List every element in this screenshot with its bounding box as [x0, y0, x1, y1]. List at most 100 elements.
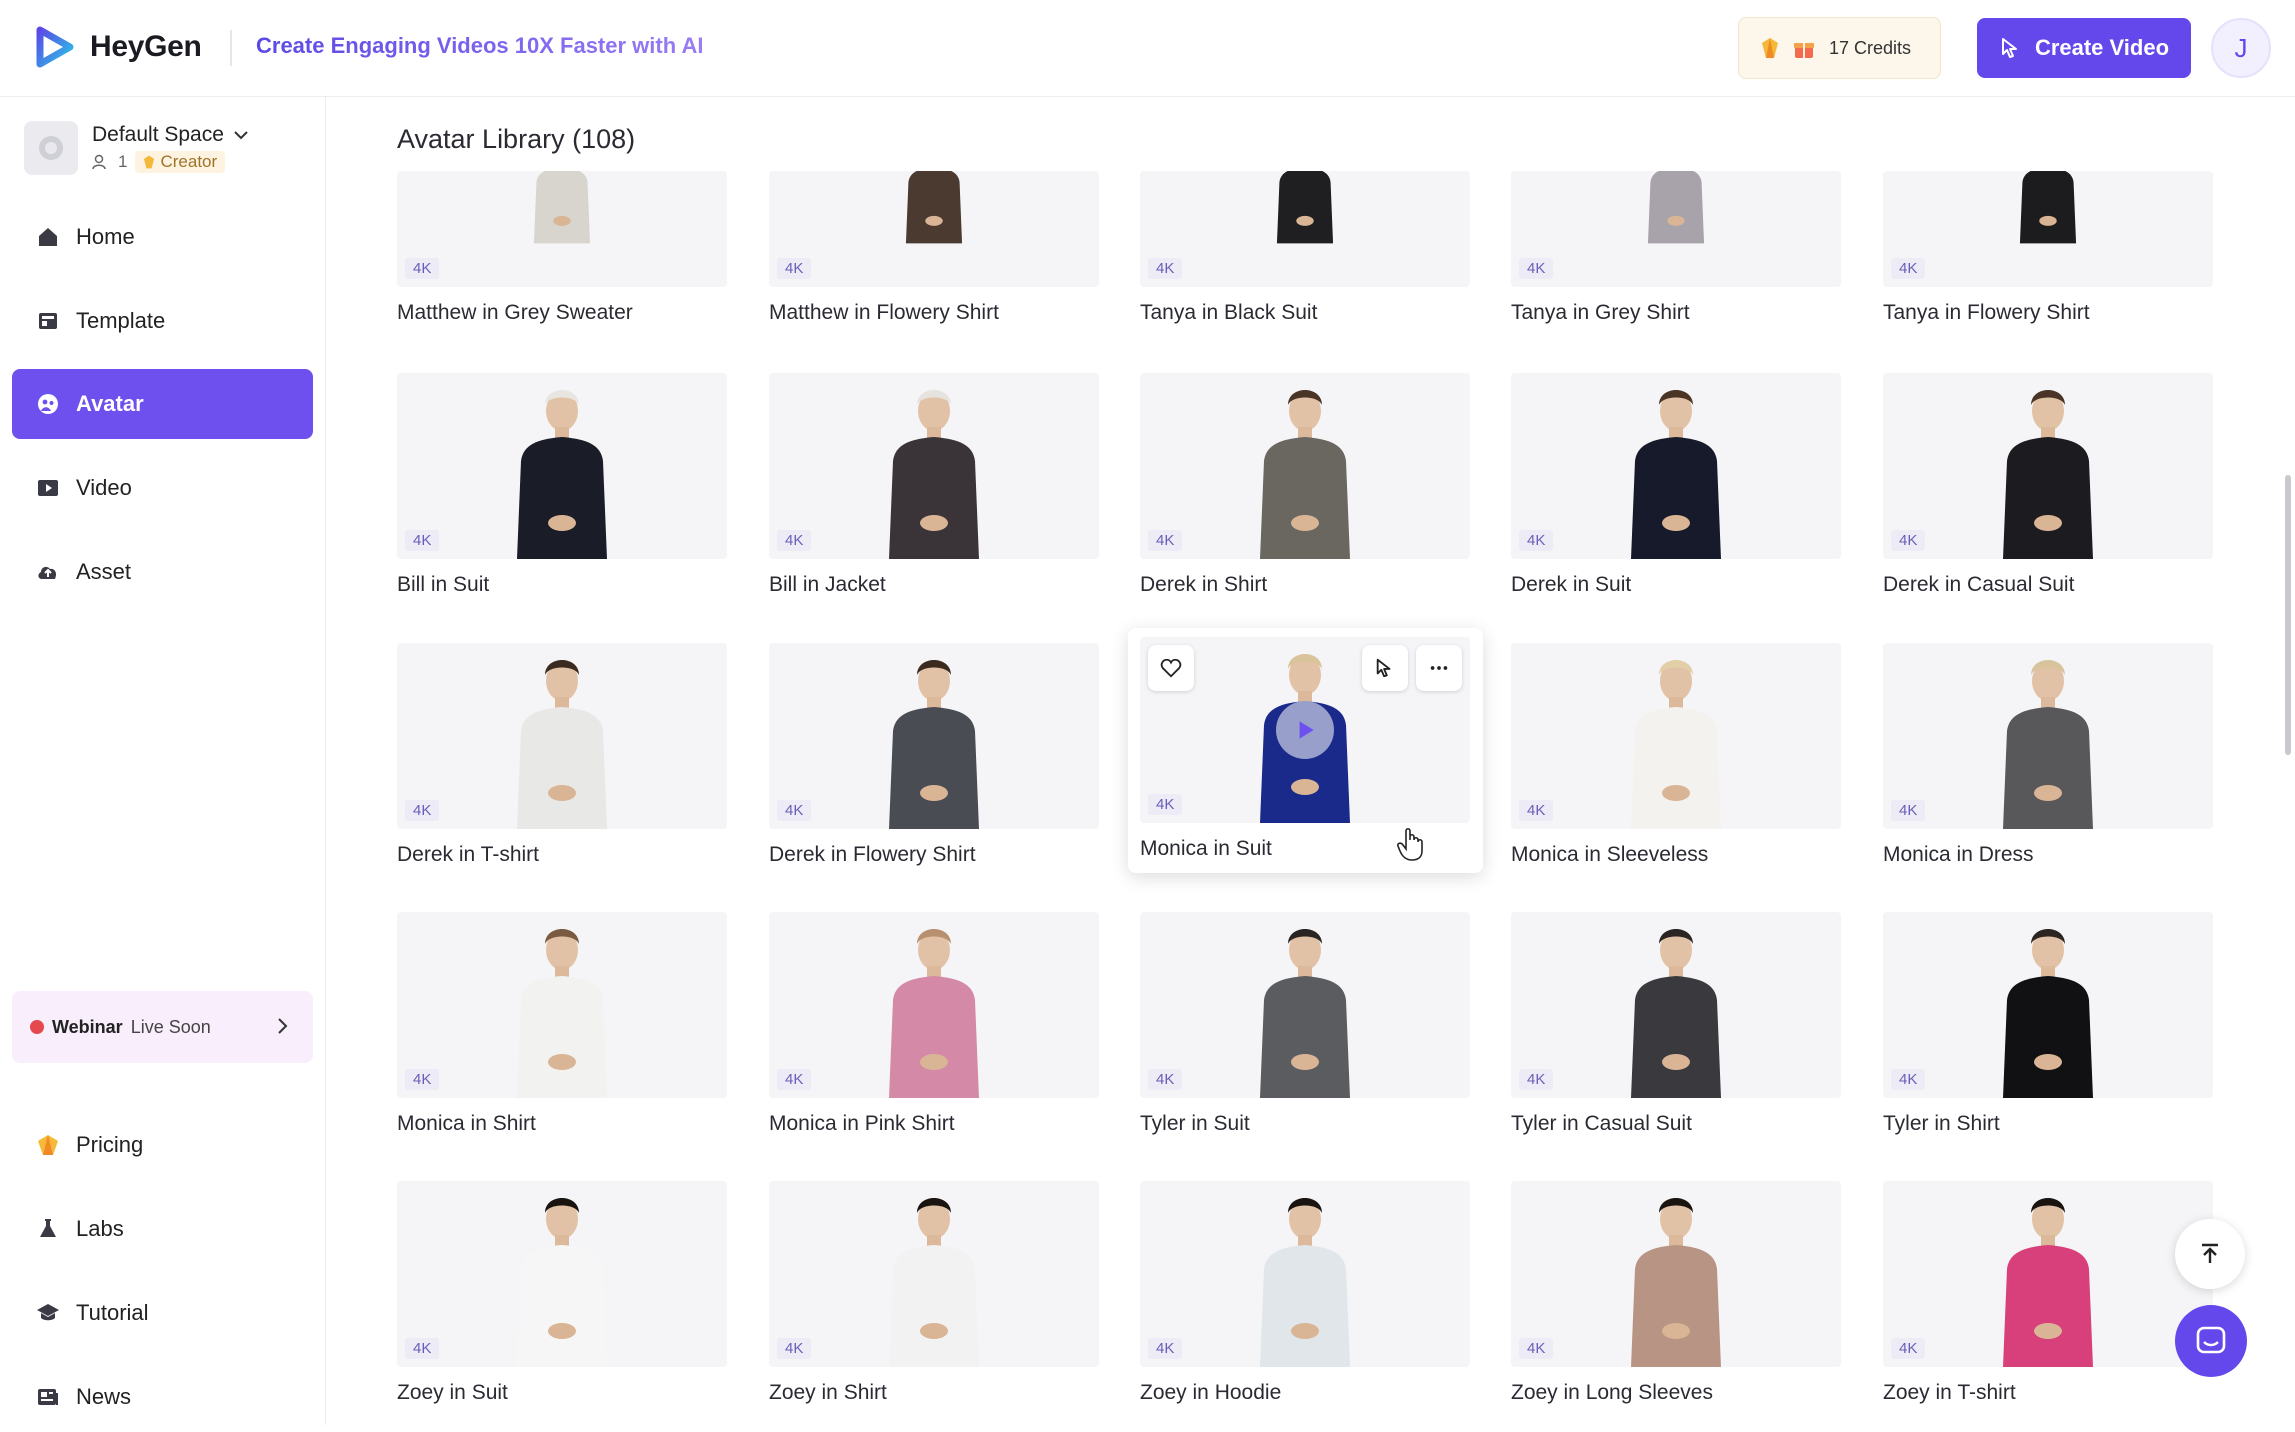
space-meta: 1 Creator: [92, 151, 250, 173]
avatar-card[interactable]: 4K Zoey in T-shirt: [1883, 1181, 2213, 1405]
avatar-thumbnail[interactable]: 4K: [397, 643, 727, 829]
scroll-to-top-button[interactable]: [2175, 1219, 2245, 1289]
avatar-name: Tyler in Casual Suit: [1511, 1112, 1692, 1135]
avatar-thumbnail[interactable]: 4K: [769, 643, 1099, 829]
use-avatar-button[interactable]: [1362, 645, 1408, 691]
avatar-figure: [889, 1198, 979, 1367]
avatar-thumbnail[interactable]: 4K: [397, 1181, 727, 1367]
user-avatar[interactable]: J: [2211, 18, 2271, 78]
avatar-card[interactable]: 4K Monica in Sleeveless: [1511, 643, 1841, 867]
nav-item-labs[interactable]: Labs: [12, 1194, 313, 1264]
avatar-thumbnail[interactable]: 4K: [397, 373, 727, 559]
avatar-card[interactable]: 4K Tyler in Casual Suit: [1511, 912, 1841, 1136]
space-name-row: Default Space: [92, 123, 250, 147]
nav-item-template[interactable]: Template: [12, 286, 313, 356]
avatar-name: Matthew in Flowery Shirt: [769, 301, 999, 324]
nav-label: Labs: [76, 1216, 124, 1241]
avatar-card[interactable]: 4K Zoey in Suit: [397, 1181, 727, 1405]
nav-item-home[interactable]: Home: [12, 202, 313, 272]
arrow-up-icon: [2202, 1243, 2218, 1263]
flask-icon: [40, 1219, 56, 1237]
webinar-banner[interactable]: Webinar Live Soon: [12, 991, 313, 1063]
avatar-card[interactable]: 4K Zoey in Shirt: [769, 1181, 1099, 1405]
avatar-card[interactable]: 4K Zoey in Long Sleeves: [1511, 1181, 1841, 1405]
scrollbar[interactable]: [2285, 475, 2291, 755]
avatar-card[interactable]: 4K Monica in Suit: [1140, 637, 1470, 861]
avatar-figure: [517, 660, 607, 829]
play-preview-button[interactable]: [1276, 701, 1334, 759]
more-options-button[interactable]: [1416, 645, 1462, 691]
avatar-card[interactable]: 4K Tanya in Flowery Shirt: [1883, 171, 2213, 325]
avatar-thumbnail[interactable]: 4K: [769, 373, 1099, 559]
avatar-card[interactable]: 4K Bill in Jacket: [769, 373, 1099, 597]
avatar-thumbnail[interactable]: 4K: [1883, 643, 2213, 829]
avatar-card[interactable]: 4K Matthew in Grey Sweater: [397, 171, 727, 325]
avatar-name: Zoey in T-shirt: [1883, 1381, 2016, 1404]
nav-item-avatar[interactable]: Avatar: [12, 369, 313, 439]
resolution-badge: 4K: [1148, 1338, 1183, 1359]
avatar-thumbnail[interactable]: 4K: [1140, 373, 1470, 559]
avatar-figure: [1276, 171, 1334, 244]
resolution-badge: 4K: [405, 1338, 440, 1359]
nav-item-pricing[interactable]: Pricing: [12, 1110, 313, 1180]
avatar-thumbnail[interactable]: 4K: [1511, 912, 1841, 1098]
avatar-card[interactable]: 4K Matthew in Flowery Shirt: [769, 171, 1099, 325]
avatar-card[interactable]: 4K Tanya in Black Suit: [1140, 171, 1470, 325]
avatar-figure: [517, 929, 607, 1098]
avatar-card[interactable]: 4K Tanya in Grey Shirt: [1511, 171, 1841, 325]
avatar-card[interactable]: 4K Monica in Pink Shirt: [769, 912, 1099, 1136]
avatar-card[interactable]: 4K Derek in Suit: [1511, 373, 1841, 597]
avatar-thumbnail[interactable]: 4K: [1511, 373, 1841, 559]
avatar-thumbnail[interactable]: 4K: [769, 171, 1099, 287]
avatar-figure: [2003, 660, 2093, 829]
nav-label: Avatar: [76, 391, 144, 416]
avatar-name: Tanya in Black Suit: [1140, 301, 1318, 324]
avatar-thumbnail[interactable]: 4K: [1511, 1181, 1841, 1367]
avatar-thumbnail[interactable]: 4K: [1883, 1181, 2213, 1367]
nav-item-video[interactable]: Video: [12, 453, 313, 523]
avatar-thumbnail[interactable]: 4K: [1511, 643, 1841, 829]
avatar-name: Derek in Flowery Shirt: [769, 843, 976, 866]
avatar-card[interactable]: 4K Tyler in Suit: [1140, 912, 1470, 1136]
avatar-thumbnail[interactable]: 4K: [1140, 912, 1470, 1098]
avatar-thumbnail[interactable]: 4K: [769, 912, 1099, 1098]
chat-support-button[interactable]: [2175, 1305, 2247, 1377]
credits-button[interactable]: 17 Credits: [1738, 17, 1941, 79]
avatar-card[interactable]: 4K Derek in T-shirt: [397, 643, 727, 867]
avatar-name: Zoey in Long Sleeves: [1511, 1381, 1713, 1404]
avatar-card[interactable]: 4K Zoey in Hoodie: [1140, 1181, 1470, 1405]
nav-item-tutorial[interactable]: Tutorial: [12, 1278, 313, 1348]
avatar-card[interactable]: 4K Tyler in Shirt: [1883, 912, 2213, 1136]
avatar-card[interactable]: 4K Derek in Shirt: [1140, 373, 1470, 597]
avatar-name: Tyler in Shirt: [1883, 1112, 2000, 1135]
avatar-thumbnail[interactable]: 4K: [769, 1181, 1099, 1367]
avatar-thumbnail[interactable]: 4K: [1883, 171, 2213, 287]
avatar-thumbnail[interactable]: 4K: [1883, 373, 2213, 559]
avatar-card[interactable]: 4K Monica in Dress: [1883, 643, 2213, 867]
space-switcher[interactable]: Default Space 1 Creator: [24, 121, 250, 175]
avatar-thumbnail[interactable]: 4K: [1140, 171, 1470, 287]
create-video-button[interactable]: Create Video: [1977, 18, 2191, 78]
avatar-thumbnail[interactable]: 4K: [1140, 637, 1470, 823]
resolution-badge: 4K: [777, 800, 812, 821]
nav-item-news[interactable]: News: [12, 1362, 313, 1432]
avatar-thumbnail[interactable]: 4K: [397, 171, 727, 287]
coin-icon: [1762, 38, 1778, 58]
avatar-card[interactable]: 4K Derek in Casual Suit: [1883, 373, 2213, 597]
logo[interactable]: HeyGen: [32, 24, 202, 70]
avatar-thumbnail[interactable]: 4K: [397, 912, 727, 1098]
avatar-card[interactable]: 4K Monica in Shirt: [397, 912, 727, 1136]
app-name: HeyGen: [90, 30, 202, 63]
avatar-card[interactable]: 4K Derek in Flowery Shirt: [769, 643, 1099, 867]
avatar-thumbnail[interactable]: 4K: [1511, 171, 1841, 287]
space-logo-icon: [39, 136, 63, 160]
avatar-thumbnail[interactable]: 4K: [1140, 1181, 1470, 1367]
avatar-card[interactable]: 4K Bill in Suit: [397, 373, 727, 597]
avatar-icon: [38, 394, 58, 414]
favorite-button[interactable]: [1148, 645, 1194, 691]
avatar-thumbnail[interactable]: 4K: [1883, 912, 2213, 1098]
avatar-figure: [905, 171, 963, 244]
nav-item-asset[interactable]: Asset: [12, 537, 313, 607]
nav-label: Template: [76, 308, 166, 333]
webinar-title: Webinar: [52, 1016, 123, 1037]
